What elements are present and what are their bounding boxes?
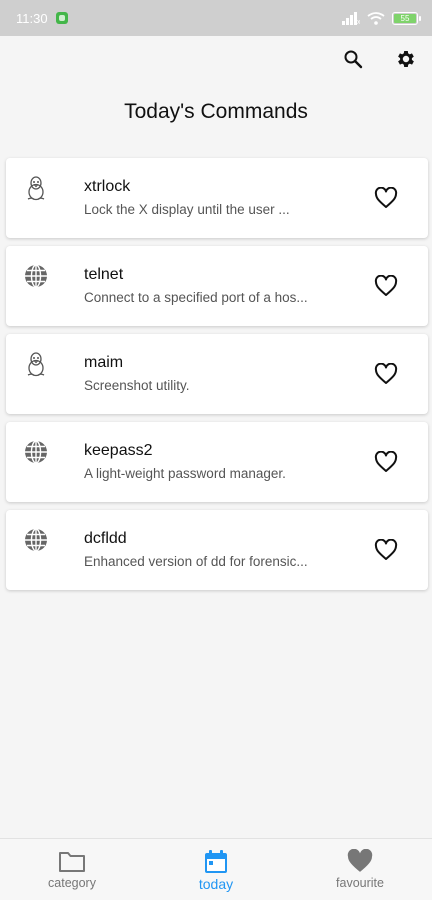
command-description: Enhanced version of dd for forensic... [84, 554, 308, 569]
heart-outline-icon [374, 363, 398, 384]
nav-item-category[interactable]: category [0, 839, 144, 900]
favourite-button[interactable] [372, 448, 400, 476]
favourite-button[interactable] [372, 272, 400, 300]
gear-icon [398, 51, 414, 67]
command-card[interactable]: dcfldd Enhanced version of dd for forens… [6, 510, 428, 590]
notification-icon [55, 12, 68, 24]
command-description: Connect to a specified port of a hos... [84, 290, 308, 305]
app-bar [0, 36, 432, 82]
command-description: Screenshot utility. [84, 378, 190, 393]
heart-outline-icon [374, 539, 398, 560]
favourite-button[interactable] [372, 536, 400, 564]
linux-tux-icon [22, 350, 50, 378]
status-left: 11:30 [16, 11, 68, 26]
command-name: xtrlock [84, 178, 131, 195]
wifi-icon [367, 11, 385, 25]
battery-level: 55 [394, 13, 416, 23]
search-icon [344, 50, 363, 69]
globe-icon [22, 438, 50, 466]
command-card[interactable]: telnet Connect to a specified port of a … [6, 246, 428, 326]
globe-icon [22, 526, 50, 554]
status-right: x 55 [342, 11, 421, 25]
command-card[interactable]: maim Screenshot utility. [6, 334, 428, 414]
heart-outline-icon [374, 451, 398, 472]
linux-tux-icon [22, 174, 50, 202]
command-card[interactable]: xtrlock Lock the X display until the use… [6, 158, 428, 238]
heart-outline-icon [374, 275, 398, 296]
status-bar: 11:30 x 55 [0, 0, 432, 36]
battery-icon: 55 [392, 11, 421, 25]
search-button[interactable] [337, 44, 369, 74]
nav-label-today: today [198, 876, 234, 892]
nav-label-category: category [48, 876, 96, 890]
folder-icon [59, 852, 85, 872]
favourite-button[interactable] [372, 184, 400, 212]
nav-item-today[interactable]: today [144, 839, 288, 900]
favourite-button[interactable] [372, 360, 400, 388]
nav-label-favourite: favourite [336, 876, 384, 890]
status-time: 11:30 [16, 10, 48, 26]
command-name: keepass2 [84, 442, 153, 459]
command-name: dcfldd [84, 530, 127, 547]
settings-button[interactable] [390, 44, 422, 74]
command-description: A light-weight password manager. [84, 466, 286, 481]
command-name: maim [84, 354, 124, 371]
heart-outline-icon [374, 187, 398, 208]
signal-icon: x [342, 11, 360, 25]
nav-item-favourite[interactable]: favourite [288, 839, 432, 900]
command-name: telnet [84, 266, 124, 283]
page-title: Today's Commands [124, 100, 308, 123]
command-description: Lock the X display until the user ... [84, 202, 290, 217]
heart-filled-icon [347, 849, 373, 872]
calendar-icon [205, 850, 227, 873]
command-card[interactable]: keepass2 A light-weight password manager… [6, 422, 428, 502]
globe-icon [22, 262, 50, 290]
bottom-navigation: category today favourite [0, 838, 432, 900]
svg-text:x: x [357, 19, 360, 25]
